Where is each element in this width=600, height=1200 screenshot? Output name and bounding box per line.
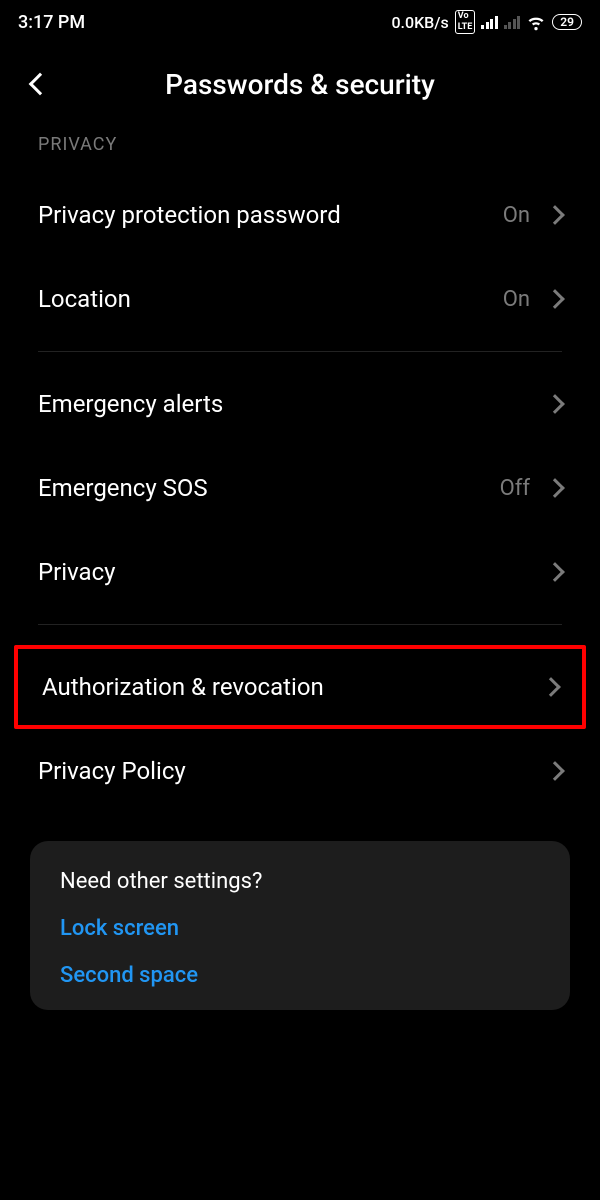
divider (38, 624, 562, 625)
wifi-icon (526, 12, 546, 32)
row-location[interactable]: Location On (0, 257, 600, 341)
battery-icon: 29 (552, 14, 582, 30)
chevron-right-icon (541, 677, 561, 697)
row-value: On (503, 203, 530, 228)
row-privacy-protection[interactable]: Privacy protection password On (0, 173, 600, 257)
row-value: On (503, 287, 530, 312)
signal-1-icon (481, 15, 498, 29)
divider (38, 351, 562, 352)
volte-icon: VoLTE (455, 10, 476, 34)
status-right: 0.0KB/s VoLTE 29 (391, 10, 582, 34)
row-emergency-sos[interactable]: Emergency SOS Off (0, 446, 600, 530)
row-label: Emergency SOS (38, 474, 500, 502)
page-title: Passwords & security (60, 68, 580, 101)
link-lock-screen[interactable]: Lock screen (60, 916, 540, 941)
chevron-right-icon (545, 761, 565, 781)
chevron-right-icon (545, 478, 565, 498)
row-privacy-policy[interactable]: Privacy Policy (0, 729, 600, 813)
card-title: Need other settings? (60, 869, 540, 894)
row-label: Privacy (38, 558, 548, 586)
app-header: Passwords & security (0, 40, 600, 122)
chevron-right-icon (545, 205, 565, 225)
other-settings-card: Need other settings? Lock screen Second … (30, 841, 570, 1010)
net-speed: 0.0KB/s (391, 13, 448, 32)
row-label: Authorization & revocation (42, 673, 544, 701)
row-authorization-revocation[interactable]: Authorization & revocation (18, 649, 582, 725)
row-label: Emergency alerts (38, 390, 548, 418)
status-bar: 3:17 PM 0.0KB/s VoLTE 29 (0, 0, 600, 40)
chevron-right-icon (545, 394, 565, 414)
chevron-right-icon (545, 289, 565, 309)
link-second-space[interactable]: Second space (60, 963, 540, 988)
row-label: Privacy Policy (38, 757, 548, 785)
row-label: Privacy protection password (38, 201, 503, 229)
row-privacy[interactable]: Privacy (0, 530, 600, 614)
signal-2-icon (504, 15, 521, 29)
row-emergency-alerts[interactable]: Emergency alerts (0, 362, 600, 446)
chevron-left-icon (29, 73, 52, 96)
status-time: 3:17 PM (18, 12, 85, 33)
chevron-right-icon (545, 562, 565, 582)
highlighted-row: Authorization & revocation (14, 645, 586, 729)
row-label: Location (38, 285, 503, 313)
back-button[interactable] (20, 64, 60, 104)
section-label-privacy: PRIVACY (0, 122, 600, 173)
row-value: Off (500, 476, 530, 501)
